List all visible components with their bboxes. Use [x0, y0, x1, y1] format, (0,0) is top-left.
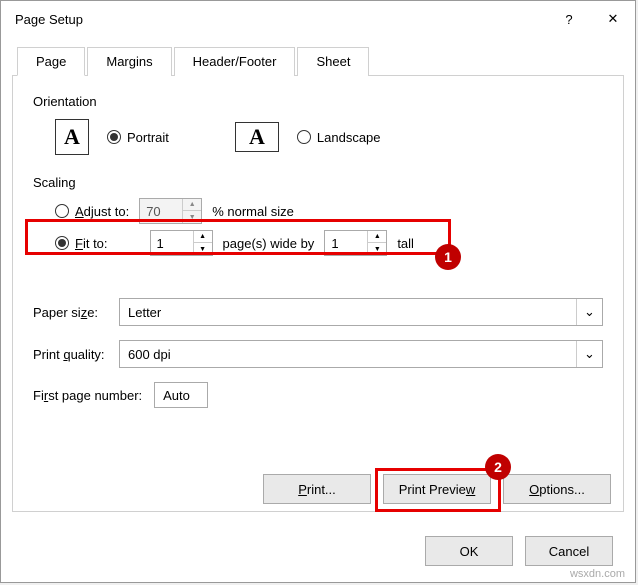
- spinner-buttons[interactable]: ▲▼: [182, 199, 201, 223]
- print-button[interactable]: Print...: [263, 474, 371, 504]
- adjust-to-label: Adjust to:: [75, 204, 129, 219]
- titlebar: Page Setup ? ✕: [1, 1, 635, 37]
- adjust-to-row: Adjust to: ▲▼ % normal size: [55, 198, 603, 224]
- spin-up-icon[interactable]: ▲: [194, 231, 212, 243]
- options-button[interactable]: Options...: [503, 474, 611, 504]
- fit-tall-label: tall: [397, 236, 414, 251]
- radio-icon: [55, 204, 69, 218]
- scaling-heading: Scaling: [33, 175, 603, 190]
- landscape-label: Landscape: [317, 130, 381, 145]
- portrait-label: Portrait: [127, 130, 169, 145]
- fit-tall-spinner[interactable]: ▲▼: [324, 230, 387, 256]
- tab-headerfooter[interactable]: Header/Footer: [174, 47, 296, 76]
- orientation-heading: Orientation: [33, 94, 603, 109]
- window-title: Page Setup: [15, 12, 547, 27]
- adjust-value[interactable]: [140, 199, 182, 223]
- cancel-button[interactable]: Cancel: [525, 536, 613, 566]
- spinner-buttons[interactable]: ▲▼: [193, 231, 212, 255]
- help-button[interactable]: ?: [547, 1, 591, 37]
- radio-icon: [297, 130, 311, 144]
- landscape-icon: [235, 122, 279, 152]
- close-button[interactable]: ✕: [591, 1, 635, 37]
- paper-size-value: Letter: [128, 305, 161, 320]
- tab-strip: Page Margins Header/Footer Sheet: [17, 47, 371, 76]
- footer-button-row: OK Cancel: [425, 536, 613, 566]
- radio-icon: [107, 130, 121, 144]
- first-page-label: First page number:: [33, 388, 142, 403]
- spin-up-icon[interactable]: ▲: [368, 231, 386, 243]
- portrait-icon: [55, 119, 89, 155]
- print-quality-value: 600 dpi: [128, 347, 171, 362]
- portrait-radio[interactable]: Portrait: [107, 130, 169, 145]
- paper-size-row: Paper size: Letter ⌄: [33, 298, 603, 326]
- radio-icon: [55, 236, 69, 250]
- help-icon: ?: [565, 12, 572, 27]
- fit-middle-label: page(s) wide by: [223, 236, 315, 251]
- spinner-buttons[interactable]: ▲▼: [367, 231, 386, 255]
- fit-to-label: Fit to:: [75, 236, 108, 251]
- landscape-radio[interactable]: Landscape: [297, 130, 381, 145]
- spin-down-icon[interactable]: ▼: [194, 243, 212, 255]
- callout-2: 2: [485, 454, 511, 480]
- fit-wide-value[interactable]: [151, 231, 193, 255]
- watermark: wsxdn.com: [570, 568, 625, 580]
- tab-page[interactable]: Page: [17, 47, 85, 76]
- page-setup-dialog: Page Setup ? ✕ Page Margins Header/Foote…: [0, 0, 636, 583]
- spin-down-icon[interactable]: ▼: [368, 243, 386, 255]
- fit-to-row: Fit to: ▲▼ page(s) wide by ▲▼ tall: [55, 230, 603, 256]
- print-preview-button[interactable]: Print Preview: [383, 474, 491, 504]
- page-tab-panel: Orientation Portrait Landscape Scaling A…: [12, 75, 624, 512]
- print-quality-row: Print quality: 600 dpi ⌄: [33, 340, 603, 368]
- spin-up-icon[interactable]: ▲: [183, 199, 201, 211]
- chevron-down-icon: ⌄: [576, 341, 602, 367]
- adjust-spinner[interactable]: ▲▼: [139, 198, 202, 224]
- callout-1: 1: [435, 244, 461, 270]
- chevron-down-icon: ⌄: [576, 299, 602, 325]
- fit-wide-spinner[interactable]: ▲▼: [150, 230, 213, 256]
- adjust-to-radio[interactable]: Adjust to:: [55, 204, 129, 219]
- orientation-row: Portrait Landscape: [55, 119, 603, 155]
- fit-tall-value[interactable]: [325, 231, 367, 255]
- spin-down-icon[interactable]: ▼: [183, 211, 201, 223]
- print-quality-select[interactable]: 600 dpi ⌄: [119, 340, 603, 368]
- tab-margins[interactable]: Margins: [87, 47, 171, 76]
- first-page-row: First page number: Auto: [33, 382, 603, 408]
- adjust-suffix: % normal size: [212, 204, 294, 219]
- paper-size-select[interactable]: Letter ⌄: [119, 298, 603, 326]
- first-page-input[interactable]: Auto: [154, 382, 208, 408]
- print-quality-label: Print quality:: [33, 347, 119, 362]
- paper-size-label: Paper size:: [33, 305, 119, 320]
- tab-sheet[interactable]: Sheet: [297, 47, 369, 76]
- close-icon: ✕: [608, 11, 619, 27]
- fit-to-radio[interactable]: Fit to:: [55, 236, 108, 251]
- ok-button[interactable]: OK: [425, 536, 513, 566]
- action-button-row: Print... Print Preview Options...: [263, 474, 611, 504]
